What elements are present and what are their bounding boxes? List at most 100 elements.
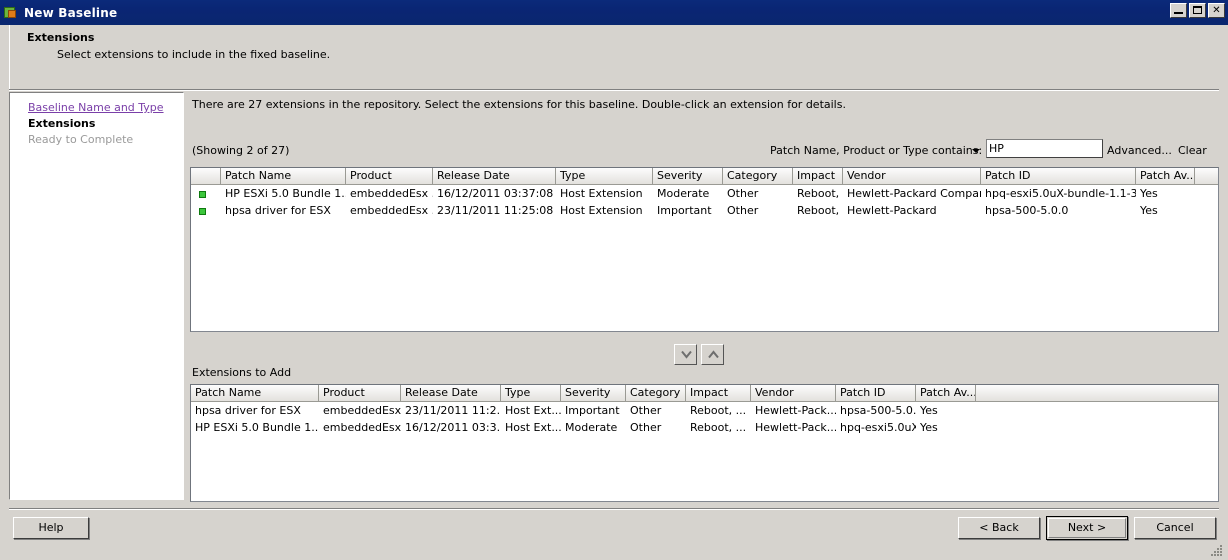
cell-release-date: 23/11/2011 11:2... [405, 404, 501, 417]
table-row[interactable]: HP ESXi 5.0 Bundle 1.... embeddedEsx... … [191, 419, 1218, 436]
next-button-label: Next > [1048, 518, 1126, 538]
help-button[interactable]: Help [13, 517, 89, 539]
cell-vendor: Hewlett-Pack... [755, 404, 836, 417]
page-subtitle: Select extensions to include in the fixe… [57, 48, 331, 61]
column-header-type[interactable]: Type [556, 168, 653, 184]
column-header-vendor[interactable]: Vendor [843, 168, 981, 184]
remove-extension-button[interactable] [701, 344, 724, 365]
filter-bar: Patch Name, Product or Type contains: Ad… [188, 137, 1219, 161]
maximize-button[interactable] [1189, 3, 1206, 18]
back-button[interactable]: < Back [958, 517, 1040, 539]
dialog-header: Extensions Select extensions to include … [9, 25, 1219, 89]
status-icon-cell [191, 202, 221, 219]
column-header-filler[interactable] [1195, 168, 1218, 184]
column-header-release-date[interactable]: Release Date [433, 168, 556, 184]
column-header-patch-id[interactable]: Patch ID [836, 385, 916, 401]
dialog-body: Baseline Name and Type Extensions Ready … [9, 92, 1219, 504]
cell-severity: Important [565, 404, 620, 417]
column-header-vendor[interactable]: Vendor [751, 385, 836, 401]
header-divider [9, 89, 1219, 91]
cell-type: Host Ext... [505, 421, 561, 434]
window-controls: ✕ [1170, 3, 1225, 18]
new-baseline-dialog: New Baseline ✕ Extensions Select extensi… [0, 0, 1228, 560]
column-header-patch-id[interactable]: Patch ID [981, 168, 1136, 184]
chevron-down-icon[interactable] [972, 149, 980, 153]
cell-release-date: 23/11/2011 11:25:08 [437, 204, 554, 217]
clear-button[interactable]: Clear [1178, 144, 1207, 157]
page-title: Extensions [27, 31, 95, 44]
cell-patch-id: hpq-esxi5.0uX-bundle-1.1-37 [985, 187, 1136, 200]
cell-patch-name: HP ESXi 5.0 Bundle 1.... [195, 421, 319, 434]
close-button[interactable]: ✕ [1208, 3, 1225, 18]
cell-vendor: Hewlett-Pack... [755, 421, 836, 434]
table-header-row: Patch Name Product Release Date Type Sev… [191, 385, 1218, 402]
filter-label: Patch Name, Product or Type contains: [770, 144, 983, 157]
cell-impact: Reboot, ... [797, 204, 843, 217]
transfer-buttons [674, 344, 724, 365]
column-header-patch-av[interactable]: Patch Av... [1136, 168, 1195, 184]
column-header-patch-av[interactable]: Patch Av... [916, 385, 976, 401]
table-header-row: Patch Name Product Release Date Type Sev… [191, 168, 1218, 185]
advanced-button[interactable]: Advanced... [1107, 144, 1172, 157]
cell-type: Host Extension [560, 187, 643, 200]
cell-patch-av: Yes [1140, 204, 1158, 217]
wizard-content: There are 27 extensions in the repositor… [188, 92, 1219, 504]
column-header-severity[interactable]: Severity [653, 168, 723, 184]
baseline-icon [4, 5, 20, 21]
column-header-release-date[interactable]: Release Date [401, 385, 501, 401]
column-header-status[interactable] [191, 168, 221, 184]
table-row[interactable]: hpsa driver for ESX embeddedEsx .. 23/11… [191, 202, 1218, 219]
sidebar-item-ready-to-complete: Ready to Complete [28, 133, 134, 146]
cell-patch-av: Yes [920, 421, 938, 434]
column-header-impact[interactable]: Impact [793, 168, 843, 184]
table-row[interactable]: HP ESXi 5.0 Bundle 1.... embeddedEsx .. … [191, 185, 1218, 202]
column-header-product[interactable]: Product [319, 385, 401, 401]
wizard-steps: Baseline Name and Type Extensions Ready … [9, 92, 184, 500]
cell-type: Host Ext... [505, 404, 561, 417]
cell-product: embeddedEsx .. [350, 204, 433, 217]
resize-grip[interactable] [1211, 544, 1225, 558]
cell-product: embeddedEsx... [323, 421, 401, 434]
table-row[interactable]: hpsa driver for ESX embeddedEsx... 23/11… [191, 402, 1218, 419]
column-header-patch-name[interactable]: Patch Name [221, 168, 346, 184]
cell-patch-id: hpsa-500-5.0.0 [985, 204, 1069, 217]
search-input[interactable] [986, 139, 1103, 158]
cell-severity: Moderate [657, 187, 710, 200]
instruction-text: There are 27 extensions in the repositor… [192, 98, 846, 111]
column-header-patch-name[interactable]: Patch Name [191, 385, 319, 401]
cell-impact: Reboot, ... [690, 421, 747, 434]
extensions-to-add-label: Extensions to Add [192, 366, 292, 379]
column-header-category[interactable]: Category [723, 168, 793, 184]
cell-product: embeddedEsx... [323, 404, 401, 417]
cell-impact: Reboot, ... [797, 187, 843, 200]
status-green-icon [199, 207, 206, 215]
column-header-category[interactable]: Category [626, 385, 686, 401]
cell-release-date: 16/12/2011 03:37:08 [437, 187, 554, 200]
cell-severity: Moderate [565, 421, 618, 434]
cell-patch-av: Yes [1140, 187, 1158, 200]
footer-divider [9, 508, 1219, 510]
next-button[interactable]: Next > [1046, 516, 1128, 540]
column-header-filler[interactable] [976, 385, 1218, 401]
sidebar-item-extensions[interactable]: Extensions [28, 117, 95, 130]
cell-vendor: Hewlett-Packard [847, 204, 937, 217]
status-green-icon [199, 190, 206, 198]
column-header-impact[interactable]: Impact [686, 385, 751, 401]
cell-impact: Reboot, ... [690, 404, 747, 417]
column-header-product[interactable]: Product [346, 168, 433, 184]
column-header-severity[interactable]: Severity [561, 385, 626, 401]
chevron-up-icon [707, 349, 719, 359]
window-title: New Baseline [24, 5, 118, 20]
repository-extensions-table[interactable]: Patch Name Product Release Date Type Sev… [190, 167, 1219, 332]
sidebar-item-baseline-name-and-type[interactable]: Baseline Name and Type [28, 101, 164, 114]
cancel-button[interactable]: Cancel [1134, 517, 1216, 539]
cell-category: Other [727, 204, 759, 217]
minimize-button[interactable] [1170, 3, 1187, 18]
cell-patch-name: hpsa driver for ESX [225, 204, 331, 217]
add-extension-button[interactable] [674, 344, 697, 365]
cell-category: Other [630, 421, 662, 434]
cell-patch-id: hpsa-500-5.0.0 [840, 404, 916, 417]
extensions-to-add-table[interactable]: Patch Name Product Release Date Type Sev… [190, 384, 1219, 502]
column-header-type[interactable]: Type [501, 385, 561, 401]
chevron-down-icon [680, 350, 692, 359]
